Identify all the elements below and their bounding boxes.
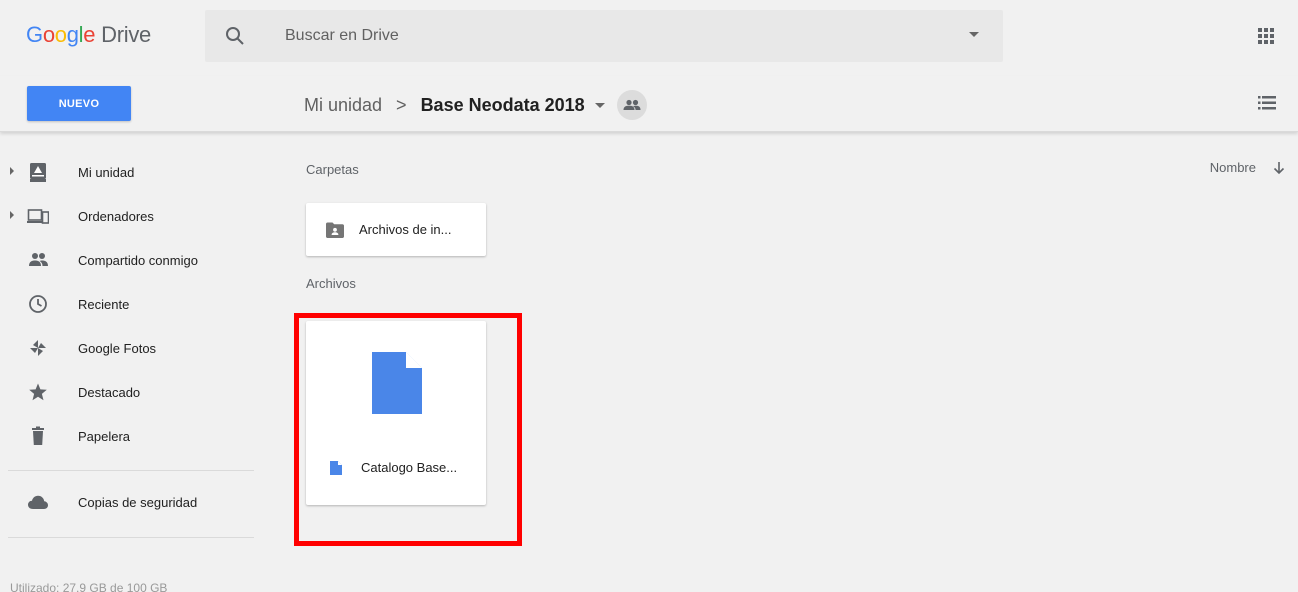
main-content: Carpetas Nombre Archivos de in... Archiv… (254, 133, 1298, 592)
sidebar-item-computers[interactable]: Ordenadores (0, 194, 254, 238)
file-card[interactable]: Catalogo Base... (306, 321, 486, 505)
clock-icon (29, 295, 47, 313)
new-button[interactable]: NUEVO (27, 86, 131, 121)
sidebar-item-label: Mi unidad (78, 165, 135, 180)
apps-grid-icon[interactable] (1256, 26, 1276, 46)
sidebar-item-trash[interactable]: Papelera (0, 414, 254, 458)
sidebar-item-label: Reciente (78, 297, 130, 312)
my-drive-icon (30, 163, 46, 182)
google-drive-logo[interactable]: Google Drive (26, 22, 151, 48)
sidebar-item-label: Compartido conmigo (78, 253, 198, 268)
sidebar-item-my-drive[interactable]: Mi unidad (0, 150, 254, 194)
document-thumbnail-icon (372, 352, 422, 414)
logo-product-name: Drive (101, 22, 151, 47)
sidebar: Mi unidad Ordenadores Compartido conmigo… (0, 150, 254, 592)
breadcrumb-root[interactable]: Mi unidad (304, 95, 382, 116)
search-input[interactable] (285, 24, 905, 48)
shared-folder-icon[interactable] (616, 90, 647, 120)
search-options-dropdown-icon[interactable] (969, 32, 979, 37)
sidebar-item-shared-with-me[interactable]: Compartido conmigo (0, 238, 254, 282)
sort-label[interactable]: Nombre (1210, 160, 1256, 175)
sidebar-item-label: Destacado (78, 385, 141, 400)
storage-usage-text: Utilizado: 27,9 GB de 100 GB (10, 581, 168, 592)
sidebar-item-label: Copias de seguridad (78, 495, 198, 510)
breadcrumb-separator: > (396, 94, 407, 115)
logo-letter: o (54, 22, 67, 47)
file-meta: Catalogo Base... (330, 460, 457, 475)
file-name: Catalogo Base... (361, 460, 458, 475)
computers-icon (27, 209, 49, 224)
sidebar-item-google-photos[interactable]: Google Fotos (0, 326, 254, 370)
files-section-label: Archivos (306, 276, 356, 291)
sidebar-item-starred[interactable]: Destacado (0, 370, 254, 414)
logo-letter: G (26, 22, 43, 47)
action-bar: NUEVO Mi unidad > Base Neodata 2018 (0, 76, 1298, 132)
expand-arrow-icon[interactable] (10, 167, 14, 175)
folder-card[interactable]: Archivos de in... (306, 203, 486, 256)
sidebar-divider (8, 537, 254, 538)
document-icon (330, 460, 342, 475)
folder-name: Archivos de in... (359, 222, 452, 237)
trash-icon (32, 426, 44, 445)
breadcrumb-current-folder[interactable]: Base Neodata 2018 (421, 95, 585, 116)
logo-letter: o (42, 22, 55, 47)
list-view-icon[interactable] (1258, 96, 1276, 110)
star-icon (29, 383, 47, 401)
expand-arrow-icon[interactable] (10, 211, 14, 219)
search-bar[interactable] (205, 10, 1003, 62)
search-icon[interactable] (223, 24, 247, 48)
folder-menu-dropdown-icon[interactable] (594, 102, 605, 108)
shared-people-icon (29, 253, 48, 266)
pinwheel-icon (30, 340, 46, 356)
folders-section-label: Carpetas (306, 162, 359, 177)
sidebar-item-recent[interactable]: Reciente (0, 282, 254, 326)
logo-letter: e (83, 22, 96, 47)
logo-letter: g (66, 22, 79, 47)
sidebar-item-label: Papelera (78, 429, 131, 444)
arrow-down-icon[interactable] (1272, 161, 1286, 175)
breadcrumb: Mi unidad > Base Neodata 2018 (304, 90, 647, 120)
shared-folder-icon (326, 222, 344, 238)
sidebar-item-label: Ordenadores (78, 209, 154, 224)
sidebar-item-label: Google Fotos (78, 341, 157, 356)
sort-control[interactable]: Nombre (1210, 160, 1286, 175)
sidebar-item-backups[interactable]: Copias de seguridad (0, 471, 254, 533)
top-header: Google Drive (0, 0, 1298, 76)
cloud-icon (28, 495, 48, 509)
